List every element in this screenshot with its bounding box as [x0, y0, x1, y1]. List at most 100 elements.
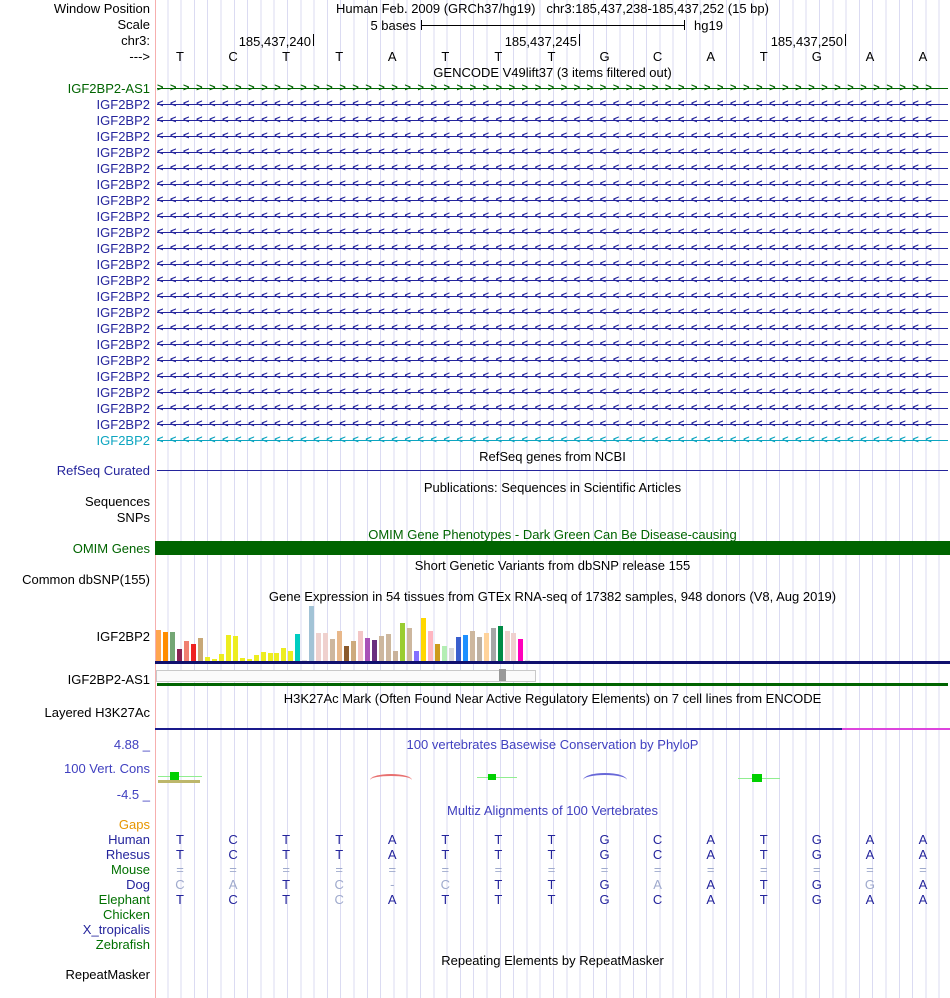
multiz-base: G	[864, 877, 875, 892]
gtex-track-title: Gene Expression in 54 tissues from GTEx …	[268, 589, 837, 604]
ruler-tick-number: 185,437,240	[238, 34, 311, 49]
h3k27ac-signal-magenta[interactable]	[842, 728, 950, 730]
gene-label: IGF2BP2	[96, 161, 150, 176]
reference-base: T	[176, 49, 184, 64]
multiz-base: =	[494, 862, 503, 877]
gene-strand-arrows: <<<<<<<<<<<<<<<<<<<<<<<<<<<<<<<<<<<<<<<<…	[157, 98, 939, 110]
gtex-tissue-bar	[365, 638, 371, 661]
multiz-base: T	[547, 847, 556, 862]
multiz-base: A	[653, 877, 662, 892]
multiz-base: C	[228, 847, 238, 862]
gencode-gene-row[interactable]: <<<<<<<<<<<<<<<<<<<<<<<<<<<<<<<<<<<<<<<<…	[157, 338, 948, 351]
gencode-gene-row[interactable]: <<<<<<<<<<<<<<<<<<<<<<<<<<<<<<<<<<<<<<<<…	[157, 226, 948, 239]
gencode-gene-row[interactable]: <<<<<<<<<<<<<<<<<<<<<<<<<<<<<<<<<<<<<<<<…	[157, 146, 948, 159]
gencode-gene-row[interactable]: >>>>>>>>>>>>>>>>>>>>>>>>>>>>>>>>>>>>>>>>…	[157, 82, 948, 95]
reference-base: T	[282, 49, 291, 64]
omim-genes-label: OMIM Genes	[72, 541, 150, 556]
gencode-gene-row[interactable]: <<<<<<<<<<<<<<<<<<<<<<<<<<<<<<<<<<<<<<<<…	[157, 242, 948, 255]
gencode-gene-row[interactable]: <<<<<<<<<<<<<<<<<<<<<<<<<<<<<<<<<<<<<<<<…	[157, 434, 948, 447]
reference-base: A	[865, 49, 875, 64]
gencode-gene-row[interactable]: <<<<<<<<<<<<<<<<<<<<<<<<<<<<<<<<<<<<<<<<…	[157, 162, 948, 175]
reference-base: A	[706, 49, 716, 64]
multiz-base: A	[865, 832, 875, 847]
omim-gene-bar[interactable]	[155, 541, 950, 555]
gencode-gene-row[interactable]: <<<<<<<<<<<<<<<<<<<<<<<<<<<<<<<<<<<<<<<<…	[157, 290, 948, 303]
multiz-base: T	[441, 892, 450, 907]
multiz-base: =	[176, 862, 184, 877]
multiz-base: T	[759, 832, 768, 847]
gene-label: IGF2BP2	[96, 417, 150, 432]
gene-strand-arrows: <<<<<<<<<<<<<<<<<<<<<<<<<<<<<<<<<<<<<<<<…	[157, 322, 939, 334]
gencode-gene-row[interactable]: <<<<<<<<<<<<<<<<<<<<<<<<<<<<<<<<<<<<<<<<…	[157, 370, 948, 383]
gencode-gene-row[interactable]: <<<<<<<<<<<<<<<<<<<<<<<<<<<<<<<<<<<<<<<<…	[157, 210, 948, 223]
reference-base: G	[811, 49, 822, 64]
repeatmasker-track-title: Repeating Elements by RepeatMasker	[441, 953, 664, 968]
gene-strand-arrows: <<<<<<<<<<<<<<<<<<<<<<<<<<<<<<<<<<<<<<<<…	[157, 402, 939, 414]
gencode-gene-row[interactable]: <<<<<<<<<<<<<<<<<<<<<<<<<<<<<<<<<<<<<<<<…	[157, 386, 948, 399]
gtex-as1-chart-box[interactable]	[156, 670, 536, 682]
gene-strand-arrows: <<<<<<<<<<<<<<<<<<<<<<<<<<<<<<<<<<<<<<<<…	[157, 242, 939, 254]
gene-label: IGF2BP2	[96, 337, 150, 352]
gene-strand-arrows: <<<<<<<<<<<<<<<<<<<<<<<<<<<<<<<<<<<<<<<<…	[157, 130, 939, 142]
gtex-tissue-bar	[518, 639, 524, 661]
gencode-gene-row[interactable]: <<<<<<<<<<<<<<<<<<<<<<<<<<<<<<<<<<<<<<<<…	[157, 306, 948, 319]
gtex-tissue-bar	[434, 644, 440, 661]
gene-label: IGF2BP2	[96, 433, 150, 448]
gencode-gene-row[interactable]: <<<<<<<<<<<<<<<<<<<<<<<<<<<<<<<<<<<<<<<<…	[157, 98, 948, 111]
multiz-base: A	[865, 892, 875, 907]
gencode-gene-row[interactable]: <<<<<<<<<<<<<<<<<<<<<<<<<<<<<<<<<<<<<<<<…	[157, 274, 948, 287]
gene-label: IGF2BP2	[96, 321, 150, 336]
multiz-base: =	[282, 862, 290, 877]
refseq-curated-label: RefSeq Curated	[56, 463, 150, 478]
multiz-base: A	[918, 877, 928, 892]
multiz-base: A	[387, 847, 397, 862]
refseq-gene-line[interactable]	[157, 470, 948, 471]
gtex-tissue-bar	[427, 631, 433, 661]
multiz-base: T	[176, 847, 184, 862]
multiz-base: A	[387, 832, 397, 847]
reference-base: T	[494, 49, 503, 64]
multiz-base: C	[652, 847, 663, 862]
gencode-gene-row[interactable]: <<<<<<<<<<<<<<<<<<<<<<<<<<<<<<<<<<<<<<<<…	[157, 402, 948, 415]
phylop-track-title: 100 vertebrates Basewise Conservation by…	[406, 737, 699, 752]
multiz-base: G	[599, 892, 610, 907]
gencode-gene-row[interactable]: <<<<<<<<<<<<<<<<<<<<<<<<<<<<<<<<<<<<<<<<…	[157, 418, 948, 431]
h3k27ac-signal-navy[interactable]	[155, 728, 842, 730]
gene-strand-arrows: <<<<<<<<<<<<<<<<<<<<<<<<<<<<<<<<<<<<<<<<…	[157, 386, 939, 398]
gtex-tissue-bar	[156, 630, 161, 661]
multiz-base: G	[599, 877, 610, 892]
assembly-position-title: Human Feb. 2009 (GRCh37/hg19) chr3:185,4…	[336, 1, 769, 16]
species-label-dog: Dog	[126, 877, 150, 892]
gene-strand-arrows: <<<<<<<<<<<<<<<<<<<<<<<<<<<<<<<<<<<<<<<<…	[157, 370, 939, 382]
ruler-tick-number: 185,437,245	[504, 34, 577, 49]
gencode-gene-row[interactable]: <<<<<<<<<<<<<<<<<<<<<<<<<<<<<<<<<<<<<<<<…	[157, 130, 948, 143]
gene-strand-arrows: <<<<<<<<<<<<<<<<<<<<<<<<<<<<<<<<<<<<<<<<…	[157, 338, 939, 350]
gene-label: IGF2BP2	[96, 113, 150, 128]
chrom-label: chr3:	[121, 33, 150, 48]
multiz-base: C	[334, 877, 344, 892]
multiz-base: C	[440, 877, 451, 892]
gencode-gene-row[interactable]: <<<<<<<<<<<<<<<<<<<<<<<<<<<<<<<<<<<<<<<<…	[157, 354, 948, 367]
gtex-as1-baseline	[157, 683, 948, 686]
gtex-tissue-bar	[225, 635, 231, 661]
gene-label: IGF2BP2	[96, 145, 150, 160]
gencode-gene-row[interactable]: <<<<<<<<<<<<<<<<<<<<<<<<<<<<<<<<<<<<<<<<…	[157, 178, 948, 191]
gtex-tissue-bar	[183, 641, 189, 661]
gene-strand-arrows: <<<<<<<<<<<<<<<<<<<<<<<<<<<<<<<<<<<<<<<<…	[157, 434, 939, 446]
multiz-base: C	[652, 892, 663, 907]
gtex-tissue-bar	[406, 628, 412, 661]
gencode-gene-row[interactable]: <<<<<<<<<<<<<<<<<<<<<<<<<<<<<<<<<<<<<<<<…	[157, 114, 948, 127]
gencode-gene-row[interactable]: <<<<<<<<<<<<<<<<<<<<<<<<<<<<<<<<<<<<<<<<…	[157, 194, 948, 207]
reference-base: T	[441, 49, 450, 64]
gtex-tissue-bar	[281, 648, 287, 661]
multiz-base: T	[176, 832, 184, 847]
assembly-short-label: hg19	[694, 18, 723, 33]
gencode-gene-row[interactable]: <<<<<<<<<<<<<<<<<<<<<<<<<<<<<<<<<<<<<<<<…	[157, 258, 948, 271]
phylop-max-label: 4.88 _	[113, 737, 150, 752]
multiz-base: T	[494, 892, 503, 907]
gencode-gene-row[interactable]: <<<<<<<<<<<<<<<<<<<<<<<<<<<<<<<<<<<<<<<<…	[157, 322, 948, 335]
gtex-expression-barchart[interactable]	[155, 605, 950, 661]
scale-bar-right-tick	[684, 20, 685, 30]
gene-label: IGF2BP2	[96, 305, 150, 320]
gene-label: IGF2BP2	[96, 177, 150, 192]
